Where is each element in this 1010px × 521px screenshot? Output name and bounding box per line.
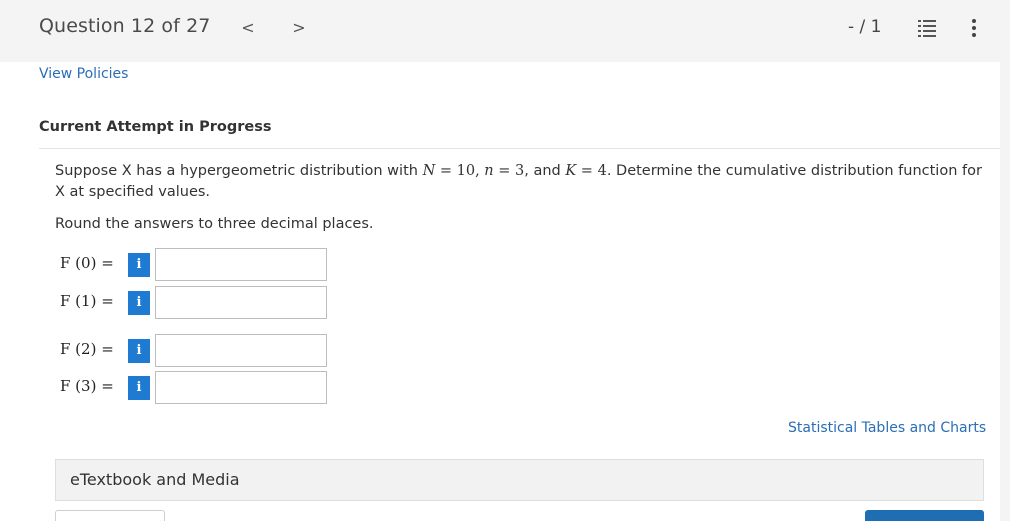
next-question-button[interactable]: > bbox=[291, 18, 307, 37]
rounding-instruction: Round the answers to three decimal place… bbox=[55, 216, 374, 232]
math-n-value: 3 bbox=[515, 163, 525, 179]
question-list-icon[interactable] bbox=[918, 19, 936, 37]
secondary-action-button[interactable] bbox=[55, 510, 165, 521]
math-N-value: 10 bbox=[456, 163, 476, 179]
math-eq-1: = bbox=[435, 163, 457, 179]
primary-action-button[interactable] bbox=[865, 510, 984, 521]
info-icon[interactable]: i bbox=[128, 376, 150, 400]
score-indicator: - / 1 bbox=[848, 17, 882, 37]
answer-input-f2[interactable] bbox=[155, 334, 327, 367]
answer-label: F (0) = bbox=[60, 254, 114, 272]
info-icon[interactable]: i bbox=[128, 291, 150, 315]
info-icon[interactable]: i bbox=[128, 339, 150, 363]
info-icon[interactable]: i bbox=[128, 253, 150, 277]
statistical-tables-link[interactable]: Statistical Tables and Charts bbox=[788, 420, 986, 436]
attempt-status: Current Attempt in Progress bbox=[39, 119, 272, 135]
math-eq-2: = bbox=[493, 163, 516, 179]
divider bbox=[39, 148, 1000, 149]
answer-input-f3[interactable] bbox=[155, 371, 327, 404]
top-bar: Question 12 of 27 < > - / 1 bbox=[0, 0, 1010, 62]
math-K-value: 4 bbox=[597, 163, 607, 179]
stem-text-a: Suppose X has a hypergeometric distribut… bbox=[55, 163, 423, 179]
stem-and: , and bbox=[524, 163, 566, 179]
etextbook-media-label: eTextbook and Media bbox=[70, 470, 240, 489]
view-policies-link[interactable]: View Policies bbox=[39, 66, 128, 82]
answer-input-f0[interactable] bbox=[155, 248, 327, 281]
answer-input-f1[interactable] bbox=[155, 286, 327, 319]
previous-question-button[interactable]: < bbox=[240, 18, 256, 37]
more-options-icon[interactable] bbox=[970, 18, 978, 38]
answer-label: F (2) = bbox=[60, 340, 114, 358]
math-comma: , bbox=[475, 163, 485, 179]
question-title: Question 12 of 27 bbox=[39, 15, 211, 37]
math-K: K bbox=[565, 163, 577, 179]
math-eq-3: = bbox=[576, 163, 598, 179]
math-n: n bbox=[484, 163, 494, 179]
math-N: N bbox=[422, 163, 436, 179]
etextbook-media-panel[interactable]: eTextbook and Media bbox=[55, 459, 984, 501]
question-stem: Suppose X has a hypergeometric distribut… bbox=[55, 161, 985, 203]
answer-label: F (1) = bbox=[60, 292, 114, 310]
answer-label: F (3) = bbox=[60, 377, 114, 395]
